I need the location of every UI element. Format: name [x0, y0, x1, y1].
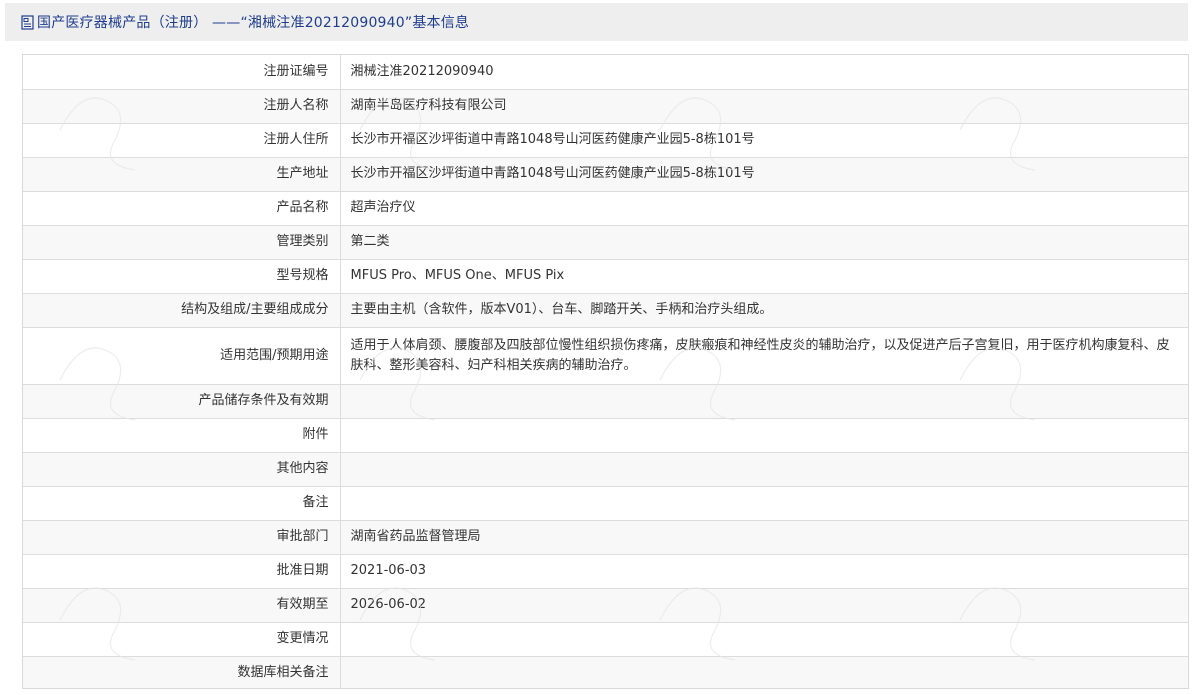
table-row: 生产地址 长沙市开福区沙坪街道中青路1048号山河医药健康产业园5-8栋101号: [23, 156, 1188, 192]
table-row: 审批部门 湖南省药品监督管理局: [23, 519, 1188, 555]
row-value: 2026-06-02: [339, 587, 1188, 623]
row-label: 产品储存条件及有效期: [23, 383, 341, 419]
table-row: 变更情况: [23, 621, 1188, 657]
row-label: 适用范围/预期用途: [23, 326, 341, 385]
row-label: 注册人住所: [23, 122, 341, 158]
row-value: [339, 655, 1188, 688]
page-header: 国产医疗器械产品（注册） ——“湘械注准20212090940”基本信息: [5, 3, 1188, 41]
table-row: 附件: [23, 417, 1188, 453]
page-title: 国产医疗器械产品（注册） ——“湘械注准20212090940”基本信息: [37, 15, 470, 31]
row-label: 备注: [23, 485, 341, 521]
row-label: 结构及组成/主要组成成分: [23, 292, 341, 328]
row-value: 适用于人体肩颈、腰腹部及四肢部位慢性组织损伤疼痛，皮肤瘢痕和神经性皮炎的辅助治疗…: [339, 326, 1188, 385]
row-value: [339, 621, 1188, 657]
table-row: 型号规格 MFUS Pro、MFUS One、MFUS Pix: [23, 258, 1188, 294]
row-label: 附件: [23, 417, 341, 453]
table-row: 适用范围/预期用途 适用于人体肩颈、腰腹部及四肢部位慢性组织损伤疼痛，皮肤瘢痕和神…: [23, 326, 1188, 385]
document-icon: [21, 14, 34, 30]
table-row: 数据库相关备注: [23, 655, 1188, 688]
row-label: 变更情况: [23, 621, 341, 657]
row-value: [339, 451, 1188, 487]
row-value: 湖南省药品监督管理局: [339, 519, 1188, 555]
row-value: 主要由主机（含软件，版本V01）、台车、脚踏开关、手柄和治疗头组成。: [339, 292, 1188, 328]
row-label: 其他内容: [23, 451, 341, 487]
row-value: MFUS Pro、MFUS One、MFUS Pix: [339, 258, 1188, 294]
row-label: 有效期至: [23, 587, 341, 623]
row-value: [339, 417, 1188, 453]
table-row: 注册人名称 湖南半岛医疗科技有限公司: [23, 88, 1188, 124]
table-row: 产品名称 超声治疗仪: [23, 190, 1188, 226]
table-row: 其他内容: [23, 451, 1188, 487]
table-row: 管理类别 第二类: [23, 224, 1188, 260]
row-label: 型号规格: [23, 258, 341, 294]
table-row: 备注: [23, 485, 1188, 521]
table-row: 注册人住所 长沙市开福区沙坪街道中青路1048号山河医药健康产业园5-8栋101号: [23, 122, 1188, 158]
row-label: 注册证编号: [23, 55, 341, 90]
table-row: 产品储存条件及有效期: [23, 383, 1188, 419]
info-table: 注册证编号 湘械注准20212090940 注册人名称 湖南半岛医疗科技有限公司 注册人…: [22, 54, 1189, 689]
row-label: 审批部门: [23, 519, 341, 555]
row-label: 生产地址: [23, 156, 341, 192]
table-row: 有效期至 2026-06-02: [23, 587, 1188, 623]
row-value: 长沙市开福区沙坪街道中青路1048号山河医药健康产业园5-8栋101号: [339, 122, 1188, 158]
row-value: [339, 383, 1188, 419]
row-label: 批准日期: [23, 553, 341, 589]
page: 国产医疗器械产品（注册） ——“湘械注准20212090940”基本信息 注册证…: [0, 0, 1193, 695]
row-value: 湖南半岛医疗科技有限公司: [339, 88, 1188, 124]
row-value: 湘械注准20212090940: [339, 55, 1188, 90]
table-row: 结构及组成/主要组成成分 主要由主机（含软件，版本V01）、台车、脚踏开关、手柄和…: [23, 292, 1188, 328]
row-value: 长沙市开福区沙坪街道中青路1048号山河医药健康产业园5-8栋101号: [339, 156, 1188, 192]
row-value: 第二类: [339, 224, 1188, 260]
row-label: 数据库相关备注: [23, 655, 341, 688]
row-value: 2021-06-03: [339, 553, 1188, 589]
row-label: 管理类别: [23, 224, 341, 260]
row-value: 超声治疗仪: [339, 190, 1188, 226]
row-value: [339, 485, 1188, 521]
row-label: 产品名称: [23, 190, 341, 226]
table-row: 批准日期 2021-06-03: [23, 553, 1188, 589]
row-label: 注册人名称: [23, 88, 341, 124]
table-row: 注册证编号 湘械注准20212090940: [23, 55, 1188, 90]
